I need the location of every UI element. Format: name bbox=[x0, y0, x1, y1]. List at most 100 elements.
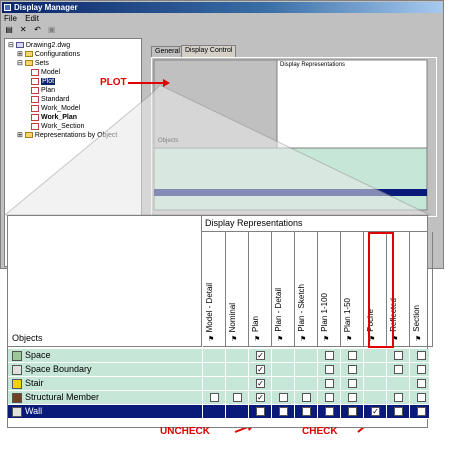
column-header[interactable]: Plan - Sketch ⚑ bbox=[295, 232, 318, 347]
object-label: Structural Member bbox=[12, 391, 99, 404]
unchecked-checkbox[interactable] bbox=[417, 351, 426, 360]
cell-divider bbox=[271, 363, 272, 377]
object-label: Wall bbox=[12, 405, 42, 418]
unchecked-checkbox[interactable] bbox=[325, 351, 334, 360]
representation-icon: ⚑ bbox=[415, 336, 422, 343]
unchecked-checkbox[interactable] bbox=[348, 407, 357, 416]
representation-icon: ⚑ bbox=[208, 336, 215, 343]
unchecked-checkbox[interactable] bbox=[348, 365, 357, 374]
column-label: Plan - Detail bbox=[274, 288, 283, 332]
space-icon bbox=[12, 350, 22, 361]
unchecked-checkbox[interactable] bbox=[417, 393, 426, 402]
table-row[interactable]: Space ✓ bbox=[8, 349, 429, 363]
cell-divider bbox=[409, 391, 410, 405]
structural-member-icon bbox=[12, 392, 22, 403]
table-row[interactable]: Structural Member ✓ bbox=[8, 391, 429, 405]
cell-divider bbox=[386, 377, 387, 391]
unchecked-checkbox[interactable] bbox=[348, 351, 357, 360]
column-header[interactable]: Nominal ⚑ bbox=[226, 232, 249, 347]
table-row[interactable]: Stair ✓ bbox=[8, 377, 429, 391]
column-header[interactable]: Plan 1-100 ⚑ bbox=[318, 232, 341, 347]
cell-divider bbox=[363, 405, 364, 419]
cell-divider bbox=[294, 377, 295, 391]
unchecked-checkbox[interactable] bbox=[394, 407, 403, 416]
cell-divider bbox=[409, 349, 410, 363]
plot-arrowhead bbox=[163, 79, 170, 87]
column-header[interactable]: Plan - Detail ⚑ bbox=[272, 232, 295, 347]
unchecked-checkbox[interactable] bbox=[325, 407, 334, 416]
cell-divider bbox=[340, 377, 341, 391]
stair-icon bbox=[12, 378, 22, 389]
checked-checkbox[interactable]: ✓ bbox=[256, 393, 265, 402]
cell-divider bbox=[340, 363, 341, 377]
unchecked-checkbox[interactable] bbox=[325, 365, 334, 374]
cell-divider bbox=[317, 405, 318, 419]
unchecked-checkbox[interactable] bbox=[302, 407, 311, 416]
object-name: Wall bbox=[25, 406, 43, 416]
cell-divider bbox=[271, 377, 272, 391]
objects-header: Objects bbox=[12, 333, 43, 343]
column-header[interactable]: Plan 1-50 ⚑ bbox=[341, 232, 364, 347]
unchecked-checkbox[interactable] bbox=[348, 393, 357, 402]
representation-icon: ⚑ bbox=[300, 336, 307, 343]
check-callout: CHECK bbox=[302, 426, 338, 437]
unchecked-checkbox[interactable] bbox=[256, 407, 265, 416]
table-row[interactable]: Space Boundary ✓ bbox=[8, 363, 429, 377]
unchecked-checkbox[interactable] bbox=[233, 393, 242, 402]
cell-divider bbox=[363, 349, 364, 363]
cell-divider bbox=[386, 349, 387, 363]
unchecked-checkbox[interactable] bbox=[279, 393, 288, 402]
unchecked-checkbox[interactable] bbox=[325, 393, 334, 402]
cell-divider bbox=[202, 391, 203, 405]
display-representation-grid: Objects Display Representations Model - … bbox=[7, 215, 433, 428]
unchecked-checkbox[interactable] bbox=[302, 393, 311, 402]
unchecked-checkbox[interactable] bbox=[348, 379, 357, 388]
cell-divider bbox=[225, 349, 226, 363]
cell-divider bbox=[202, 377, 203, 391]
checked-checkbox[interactable]: ✓ bbox=[256, 365, 265, 374]
unchecked-checkbox[interactable] bbox=[279, 407, 288, 416]
cell-divider bbox=[225, 391, 226, 405]
column-header[interactable]: Plan ⚑ bbox=[249, 232, 272, 347]
cell-divider bbox=[317, 363, 318, 377]
representation-icon: ⚑ bbox=[346, 336, 353, 343]
cell-divider bbox=[317, 391, 318, 405]
cell-divider bbox=[363, 377, 364, 391]
cell-divider bbox=[340, 349, 341, 363]
cell-divider bbox=[248, 349, 249, 363]
object-label: Stair bbox=[12, 377, 44, 390]
cell-divider bbox=[271, 349, 272, 363]
column-label: Nominal bbox=[228, 302, 237, 332]
unchecked-checkbox[interactable] bbox=[394, 393, 403, 402]
unchecked-checkbox[interactable] bbox=[394, 351, 403, 360]
checked-checkbox[interactable]: ✓ bbox=[256, 379, 265, 388]
uncheck-callout: UNCHECK bbox=[160, 426, 210, 437]
cell-divider bbox=[202, 349, 203, 363]
representation-icon: ⚑ bbox=[254, 336, 261, 343]
checked-checkbox[interactable]: ✓ bbox=[371, 407, 380, 416]
unchecked-checkbox[interactable] bbox=[325, 379, 334, 388]
poche-column-highlight bbox=[368, 232, 394, 348]
column-header[interactable]: Model - Detail ⚑ bbox=[203, 232, 226, 347]
object-name: Stair bbox=[25, 378, 44, 388]
cell-divider bbox=[294, 363, 295, 377]
cell-divider bbox=[317, 377, 318, 391]
cell-divider bbox=[225, 377, 226, 391]
unchecked-checkbox[interactable] bbox=[417, 379, 426, 388]
cell-divider bbox=[225, 363, 226, 377]
table-row[interactable]: Wall ✓ bbox=[8, 405, 429, 419]
unchecked-checkbox[interactable] bbox=[417, 407, 426, 416]
cell-divider bbox=[386, 391, 387, 405]
cell-divider bbox=[225, 405, 226, 419]
unchecked-checkbox[interactable] bbox=[417, 365, 426, 374]
space-boundary-icon bbox=[12, 364, 22, 375]
cell-divider bbox=[248, 391, 249, 405]
objects-header-cell: Objects bbox=[8, 216, 202, 347]
column-header[interactable]: Section ⚑ bbox=[410, 232, 433, 347]
unchecked-checkbox[interactable] bbox=[394, 365, 403, 374]
cell-divider bbox=[317, 349, 318, 363]
column-label: Section bbox=[412, 305, 421, 332]
cell-divider bbox=[409, 363, 410, 377]
unchecked-checkbox[interactable] bbox=[210, 393, 219, 402]
checked-checkbox[interactable]: ✓ bbox=[256, 351, 265, 360]
